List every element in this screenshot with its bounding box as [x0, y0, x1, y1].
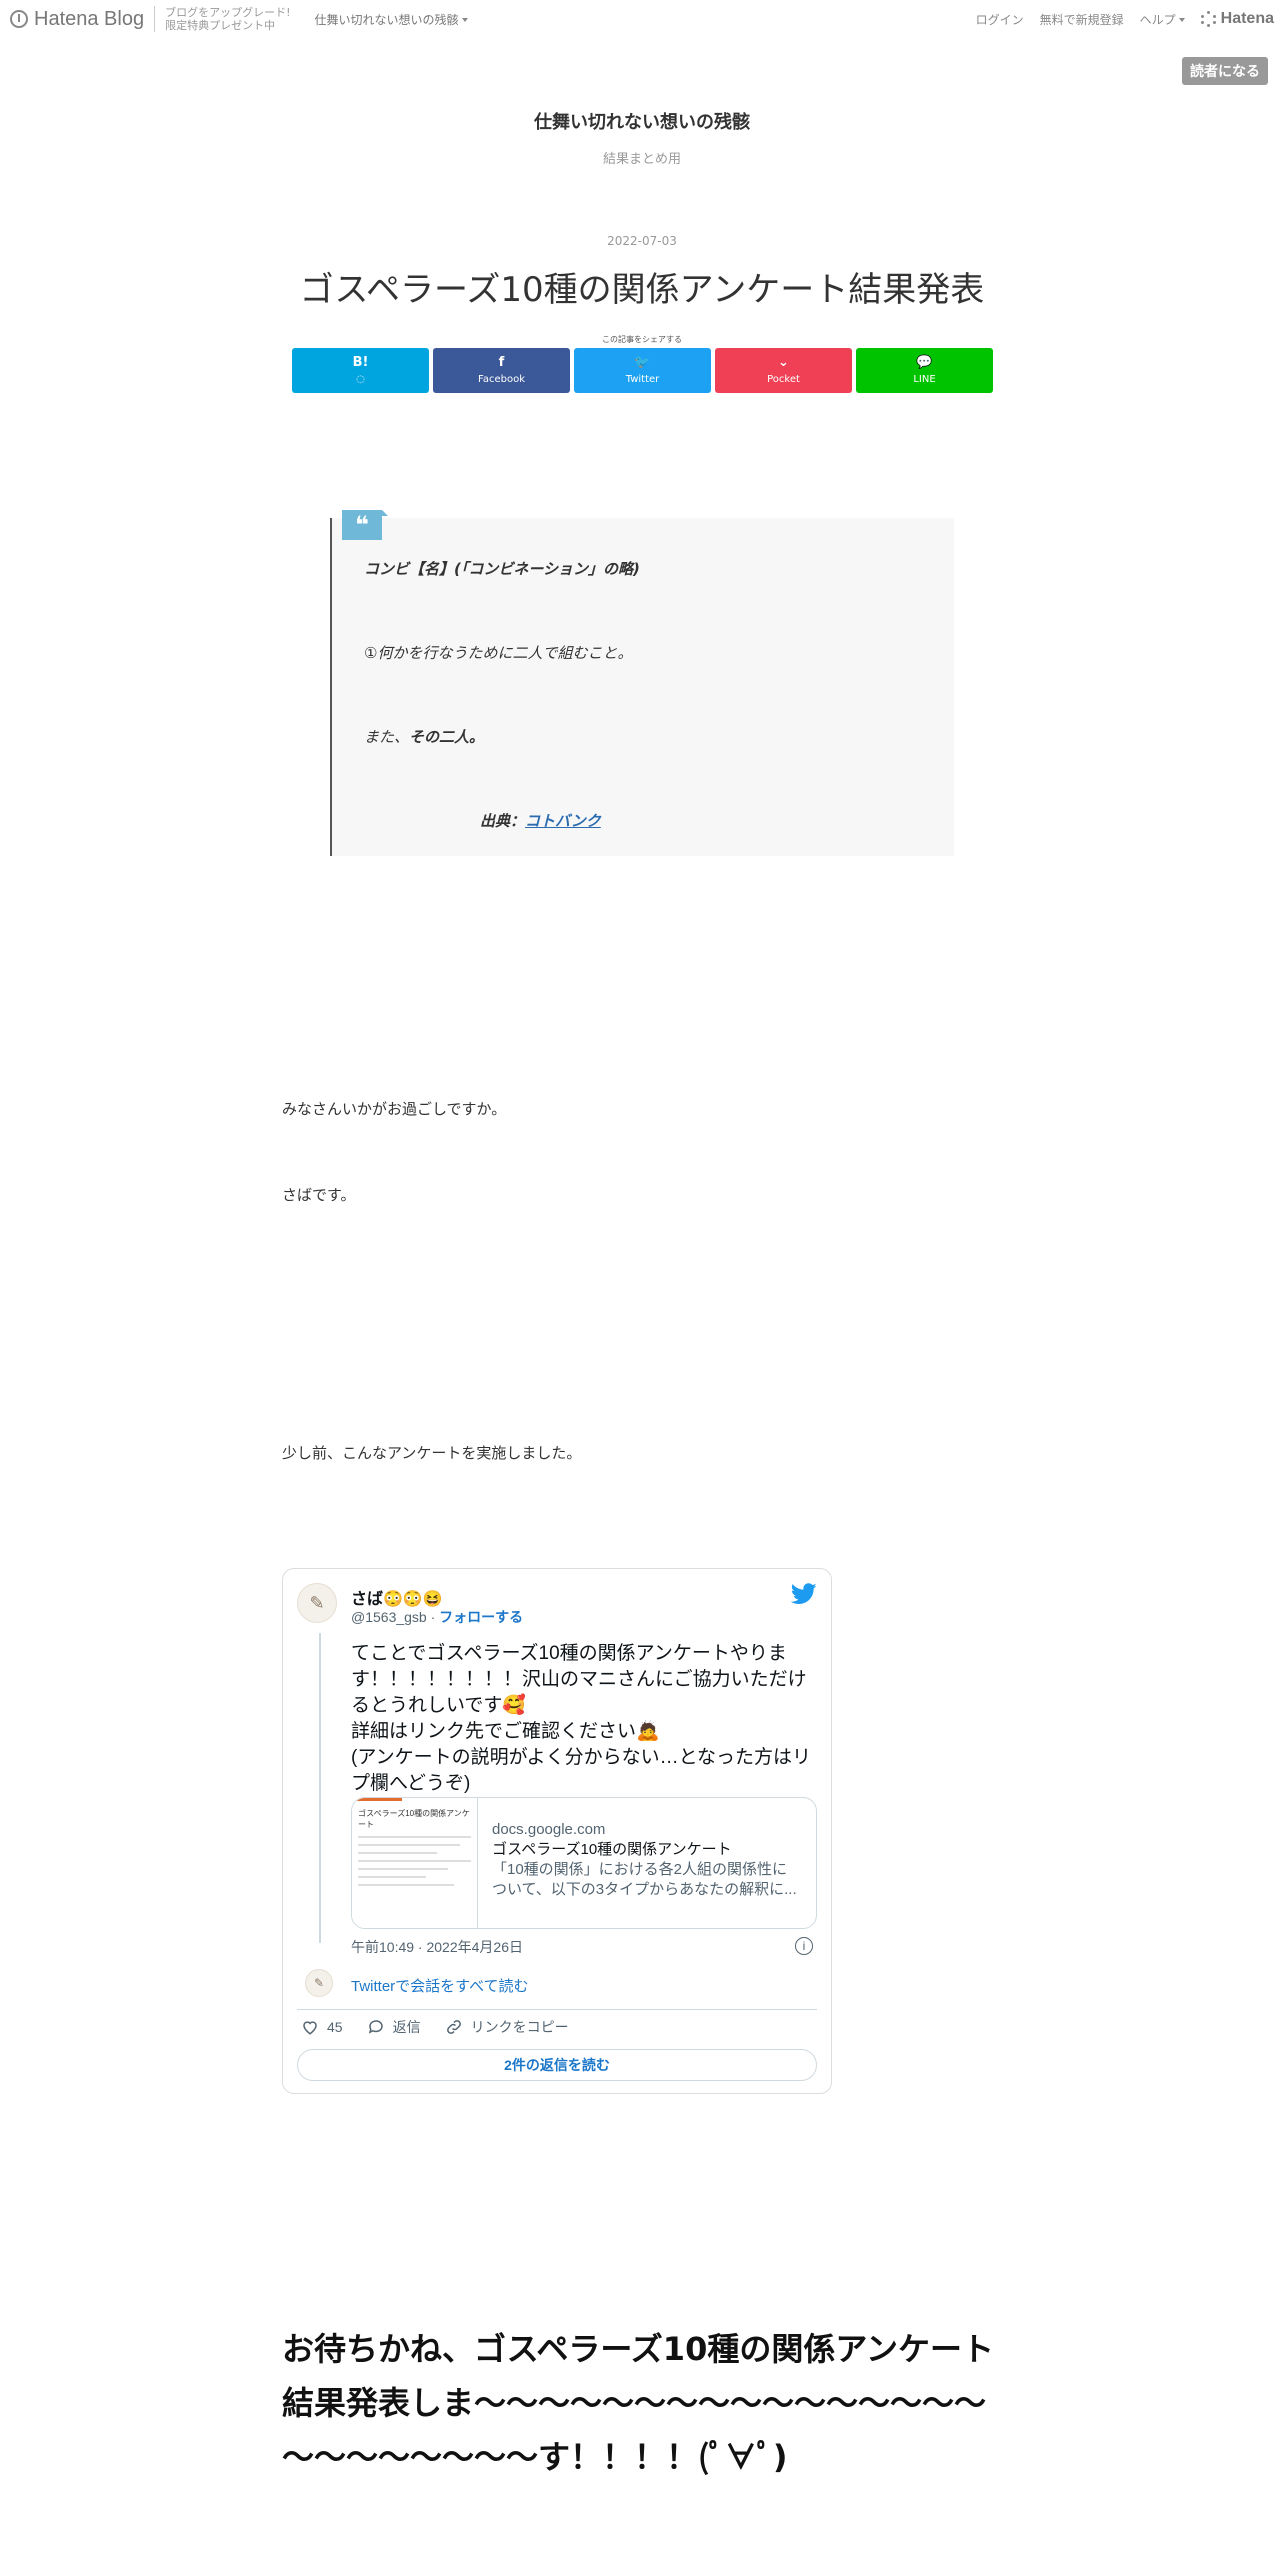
copy-link-action[interactable]: リンクをコピー [445, 2017, 569, 2037]
pocket-share-label: Pocket [767, 374, 800, 385]
tweet-avatar-small: ✎ [305, 1969, 333, 1997]
tweet-author-name[interactable]: さば😳😳😆 [351, 1585, 443, 1609]
tweet-author-handle: @1563_gsb · フォローする [351, 1607, 523, 1627]
tweet-handle-separator: · [426, 1609, 440, 1625]
facebook-share-label: Facebook [478, 374, 525, 385]
entry-title[interactable]: ゴスペラーズ10種の関係アンケート結果発表 [0, 262, 1284, 311]
entry-date[interactable]: 2022-07-03 [0, 234, 1284, 248]
results-heading: お待ちかね、ゴスペラーズ10種の関係アンケート結果発表しま～～～～～～～～～～～… [282, 2330, 995, 2476]
help-menu[interactable]: ヘルプ [1140, 11, 1185, 28]
link-card-thumbnail: ゴスペラーズ10種の関係アンケート [352, 1798, 478, 1928]
tweet-divider [297, 2009, 817, 2010]
hatena-brand-text: Hatena [1220, 10, 1274, 27]
quote-icon: ❝ [342, 510, 388, 540]
blog-menu-label: 仕舞い切れない想いの残骸 [314, 12, 459, 27]
thumbnail-title: ゴスペラーズ10種の関係アンケート [358, 1809, 470, 1829]
reply-action[interactable]: 返信 [367, 2017, 421, 2037]
share-label: この記事をシェアする [602, 335, 682, 344]
tweet-timestamp[interactable]: 午前10:49 · 2022年4月26日 [351, 1937, 523, 1957]
paragraph-intro: さばです。 [282, 1186, 356, 1204]
hatena-dots-icon [1200, 11, 1217, 27]
upgrade-promo-line2: 限定特典プレゼント中 [165, 19, 276, 32]
link-card-title: ゴスペラーズ10種の関係アンケート [492, 1841, 732, 1858]
paragraph-survey: 少し前、こんなアンケートを実施しました。 [282, 1444, 582, 1462]
line-share-label: LINE [913, 374, 936, 385]
tweet-handle-text[interactable]: @1563_gsb [351, 1609, 427, 1625]
link-card-description: 「10種の関係」における各2人組の関係性について、以下の3タイプからあなたの解釈… [492, 1861, 797, 1898]
hatena-blog-logo[interactable]: Hatena Blog [10, 8, 144, 31]
twitter-icon: 🐦 [634, 355, 651, 370]
facebook-icon: f [498, 355, 505, 370]
like-count: 45 [327, 2019, 343, 2035]
like-action[interactable]: 45 [301, 2018, 343, 2036]
info-icon[interactable]: i [795, 1937, 813, 1955]
hatena-brand-link[interactable]: Hatena [1200, 10, 1274, 28]
quote-source-label: 出典： [480, 812, 526, 830]
hatena-bookmark-count: ◌ [356, 374, 365, 385]
paragraph-greeting: みなさんいかがお過ごしですか。 [282, 1100, 507, 1118]
link-icon [446, 2020, 461, 2034]
quote-line-3-prefix: また、 [364, 728, 410, 746]
blog-menu-dropdown[interactable]: 仕舞い切れない想いの残骸 [315, 11, 468, 28]
heart-icon [303, 2021, 317, 2035]
facebook-share-button[interactable]: f Facebook [433, 348, 570, 393]
subscribe-button[interactable]: 読者になる [1182, 57, 1268, 85]
tweet-avatar[interactable]: ✎ [297, 1583, 337, 1623]
upgrade-promo[interactable]: ブログをアップグレード! 限定特典プレゼント中 [165, 6, 290, 32]
help-label: ヘルプ [1139, 12, 1176, 27]
tweet-text: てことでゴスペラーズ10種の関係アンケートやります！！！！！！！！沢山のマニさん… [351, 1643, 812, 1794]
blog-title[interactable]: 仕舞い切れない想いの残骸 [0, 108, 1284, 134]
line-icon: 💬 [916, 355, 933, 370]
copy-link-label: リンクをコピー [470, 2019, 569, 2035]
upgrade-promo-line1: ブログをアップグレード! [165, 6, 291, 19]
header-divider [154, 6, 156, 32]
quote-line-3-bold: その二人。 [409, 728, 485, 746]
blog-description: 結果まとめ用 [602, 152, 681, 167]
definition-blockquote: ❝ コンビ【名】(「コンビネーション」の略) ①何かを行なうために二人で組むこと… [330, 510, 954, 856]
read-conversation-link[interactable]: Twitterで会話をすべて読む [351, 1975, 529, 1996]
twitter-share-label: Twitter [625, 374, 660, 385]
twitter-bird-icon[interactable] [791, 1583, 817, 1605]
header-right-links: ログイン 無料で新規登録 ヘルプ Hatena [976, 10, 1274, 28]
chevron-down-icon [1178, 18, 1185, 22]
link-card-domain: docs.google.com [492, 1821, 606, 1838]
hatena-bookmark-share-button[interactable]: B! ◌ [292, 348, 429, 393]
quote-line-3: また、その二人。 [364, 726, 484, 747]
reply-label: 返信 [392, 2019, 421, 2035]
share-buttons: B! ◌ f Facebook 🐦 Twitter ⌄ Pocket 💬 LIN… [292, 348, 993, 393]
pocket-icon: ⌄ [778, 355, 789, 370]
quote-line-2: ①何かを行なうために二人で組むこと。 [364, 644, 633, 662]
signup-link[interactable]: 無料で新規登録 [1040, 11, 1124, 28]
read-replies-button[interactable]: 2件の返信を読む [297, 2049, 817, 2081]
hatena-global-header: Hatena Blog ブログをアップグレード! 限定特典プレゼント中 仕舞い切… [0, 0, 1284, 38]
pocket-share-button[interactable]: ⌄ Pocket [715, 348, 852, 393]
tweet-follow-link[interactable]: フォローする [439, 1609, 523, 1625]
quote-source: 出典：コトバンク [480, 810, 601, 831]
quote-line-1: コンビ【名】(「コンビネーション」の略) [364, 560, 640, 578]
tweet-actions: 45 返信 リンクをコピー [301, 2017, 593, 2037]
link-card-body: docs.google.com ゴスペラーズ10種の関係アンケート 「10種の関… [478, 1798, 816, 1928]
reply-bubble-icon [368, 2020, 383, 2034]
hatena-blog-logo-text: Hatena Blog [34, 7, 145, 30]
chevron-down-icon [461, 18, 468, 22]
line-share-button[interactable]: 💬 LINE [856, 348, 993, 393]
hatena-bookmark-icon: B! [352, 355, 369, 370]
hatena-blog-logo-icon [10, 10, 28, 28]
login-link[interactable]: ログイン [976, 11, 1024, 28]
kotobank-link[interactable]: コトバンク [525, 812, 601, 830]
twitter-share-button[interactable]: 🐦 Twitter [574, 348, 711, 393]
tweet-thread-line [319, 1633, 321, 1943]
embedded-tweet: ✎ さば😳😳😆 @1563_gsb · フォローする てことでゴスペラーズ10種… [282, 1568, 832, 2094]
tweet-link-card[interactable]: ゴスペラーズ10種の関係アンケート docs.google.com ゴスペラーズ… [351, 1797, 817, 1929]
